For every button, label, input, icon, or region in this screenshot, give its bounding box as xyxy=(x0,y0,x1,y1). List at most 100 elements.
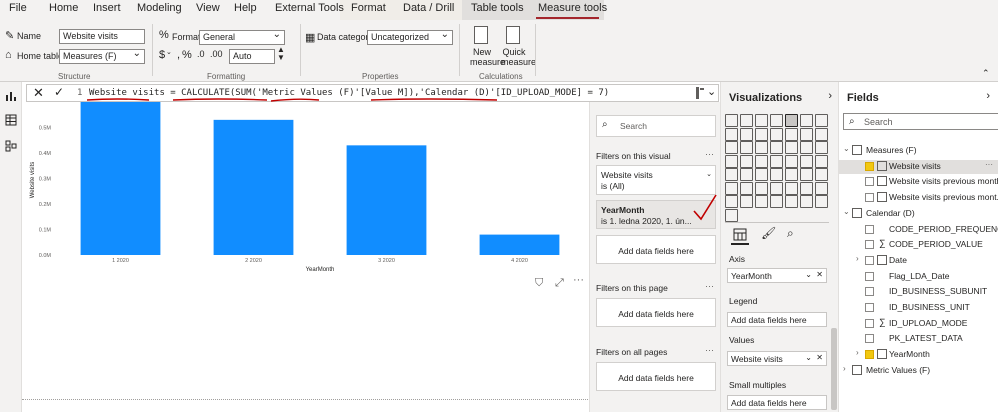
more-options-icon[interactable]: ··· xyxy=(705,345,714,355)
format-select[interactable]: General xyxy=(199,30,285,45)
visual-type-icon[interactable] xyxy=(740,141,753,154)
bar[interactable] xyxy=(80,102,161,255)
visual-type-icon[interactable] xyxy=(725,114,738,127)
visual-type-icon[interactable] xyxy=(815,181,828,195)
small-multiples-well[interactable]: Add data fields here xyxy=(727,395,827,410)
field-checkbox[interactable] xyxy=(865,177,874,187)
chevron-right-icon[interactable]: › xyxy=(856,254,859,263)
bar[interactable] xyxy=(346,145,427,255)
visual-type-icon[interactable] xyxy=(785,154,798,168)
field-checkbox[interactable] xyxy=(865,224,874,234)
quick-measure-icon[interactable] xyxy=(506,26,520,44)
new-measure-button[interactable]: New measure xyxy=(470,47,505,67)
report-view-icon[interactable] xyxy=(5,90,17,102)
table-node[interactable]: ⌄ Measures (F) xyxy=(839,144,998,158)
visual-type-icon[interactable] xyxy=(755,181,768,195)
visual-type-icon[interactable] xyxy=(725,195,738,208)
field-checkbox[interactable] xyxy=(865,334,874,344)
chevron-down-icon[interactable]: ⌄ xyxy=(805,353,812,362)
field-item[interactable]: ID_BUSINESS_UNIT xyxy=(839,301,998,315)
chevron-right-icon[interactable]: › xyxy=(856,348,859,357)
visual-type-icon[interactable] xyxy=(725,127,738,141)
ribbon-collapse-icon[interactable]: ⌃ xyxy=(982,68,990,79)
visual-type-icon[interactable] xyxy=(755,141,768,154)
bar[interactable] xyxy=(479,234,560,255)
chevron-down-icon[interactable]: ⌄ xyxy=(843,144,850,153)
visual-type-icon[interactable] xyxy=(800,168,813,181)
formula-expand-icon[interactable] xyxy=(695,87,705,99)
filter-visual-icon[interactable]: ⛉ xyxy=(535,277,543,290)
visual-type-icon[interactable] xyxy=(785,181,798,195)
visual-type-icon[interactable] xyxy=(815,127,828,141)
filters-page-drop-zone[interactable]: Add data fields here xyxy=(596,298,716,327)
formula-chevron-icon[interactable]: ⌄ xyxy=(707,85,716,98)
visual-type-icon[interactable] xyxy=(800,141,813,154)
more-options-icon[interactable]: ··· xyxy=(705,149,714,159)
field-item[interactable]: Website visits previous month xyxy=(839,175,998,189)
visual-type-icon[interactable] xyxy=(770,154,783,168)
tab-format[interactable]: Format xyxy=(351,2,386,14)
tab-table-tools[interactable]: Table tools xyxy=(471,2,524,14)
visual-type-icon[interactable] xyxy=(740,181,753,195)
tab-file[interactable]: File xyxy=(9,2,27,14)
focus-mode-icon[interactable]: ⤢ xyxy=(555,277,564,290)
visual-type-icon[interactable] xyxy=(740,168,753,181)
visual-type-icon[interactable] xyxy=(815,141,828,154)
field-checkbox[interactable] xyxy=(865,271,874,281)
visual-type-icon[interactable] xyxy=(755,154,768,168)
tab-help[interactable]: Help xyxy=(234,2,257,14)
visual-type-icon[interactable] xyxy=(770,127,783,141)
visual-type-icon[interactable] xyxy=(755,127,768,141)
decimal-places-input[interactable]: Auto xyxy=(229,49,275,64)
visual-type-icon[interactable] xyxy=(785,168,798,181)
chevron-right-icon[interactable]: › xyxy=(828,90,832,102)
chevron-down-icon[interactable]: ⌄ xyxy=(805,270,812,279)
visual-type-icon[interactable] xyxy=(785,195,798,208)
field-checkbox[interactable] xyxy=(865,303,874,312)
visual-type-icon[interactable] xyxy=(725,141,738,154)
fields-tab-icon[interactable] xyxy=(733,228,747,241)
new-measure-icon[interactable] xyxy=(474,26,488,44)
field-checkbox[interactable] xyxy=(865,161,874,171)
visual-type-icon[interactable] xyxy=(740,114,753,127)
field-item[interactable]: ∑ CODE_PERIOD_VALUE xyxy=(839,238,998,252)
visual-type-icon[interactable] xyxy=(815,154,828,168)
column-chart-visual[interactable]: 0.0M 0.1M 0.2M 0.3M 0.4M 0.5M Website visits 1 … xyxy=(26,102,588,274)
visual-type-icon[interactable] xyxy=(740,127,753,141)
visual-type-icon[interactable] xyxy=(815,195,828,208)
tab-data-drill[interactable]: Data / Drill xyxy=(403,2,454,14)
currency-dropdown-icon[interactable]: ⌄ xyxy=(166,48,172,56)
data-category-select[interactable]: Uncategorized xyxy=(367,30,453,45)
field-item[interactable]: › YearMonth xyxy=(839,348,998,362)
visual-type-icon[interactable] xyxy=(755,114,768,127)
field-item[interactable]: PK_LATEST_DATA xyxy=(839,332,998,346)
field-checkbox[interactable] xyxy=(865,240,874,250)
chevron-down-icon[interactable]: ⌄ xyxy=(843,207,850,216)
tab-modeling[interactable]: Modeling xyxy=(137,2,182,14)
visual-type-icon[interactable] xyxy=(725,181,738,195)
visual-type-icon[interactable] xyxy=(770,168,783,181)
filters-all-pages-drop-zone[interactable]: Add data fields here xyxy=(596,362,716,391)
visual-type-icon[interactable] xyxy=(785,114,798,127)
decimal-icon[interactable]: .0 xyxy=(197,49,205,59)
table-node[interactable]: › Metric Values (F) xyxy=(839,364,998,378)
analytics-icon[interactable]: ⌕ xyxy=(787,226,794,241)
visual-type-icon[interactable] xyxy=(800,114,813,127)
visual-type-icon[interactable] xyxy=(800,181,813,195)
fields-search[interactable]: ⌕ Search xyxy=(843,113,998,130)
formula-bar[interactable]: ✕ ✓ 1 Website visits = CALCULATE(SUM('Me… xyxy=(26,84,719,102)
more-options-icon[interactable]: ··· xyxy=(705,281,714,291)
visual-type-icon[interactable] xyxy=(755,195,768,208)
name-input[interactable]: Website visits xyxy=(59,29,145,44)
visual-type-icon[interactable] xyxy=(770,141,783,154)
visual-type-icon[interactable] xyxy=(740,154,753,168)
field-item[interactable]: ID_BUSINESS_SUBUNIT xyxy=(839,285,998,299)
visual-type-icon[interactable] xyxy=(800,127,813,141)
visual-type-icon[interactable] xyxy=(770,181,783,195)
visual-type-icon[interactable] xyxy=(785,127,798,141)
field-checkbox[interactable] xyxy=(865,350,874,360)
remove-field-icon[interactable]: ✕ xyxy=(816,353,823,362)
remove-field-icon[interactable]: ✕ xyxy=(816,270,823,279)
visual-type-icon[interactable] xyxy=(800,154,813,168)
data-view-icon[interactable] xyxy=(5,114,17,126)
